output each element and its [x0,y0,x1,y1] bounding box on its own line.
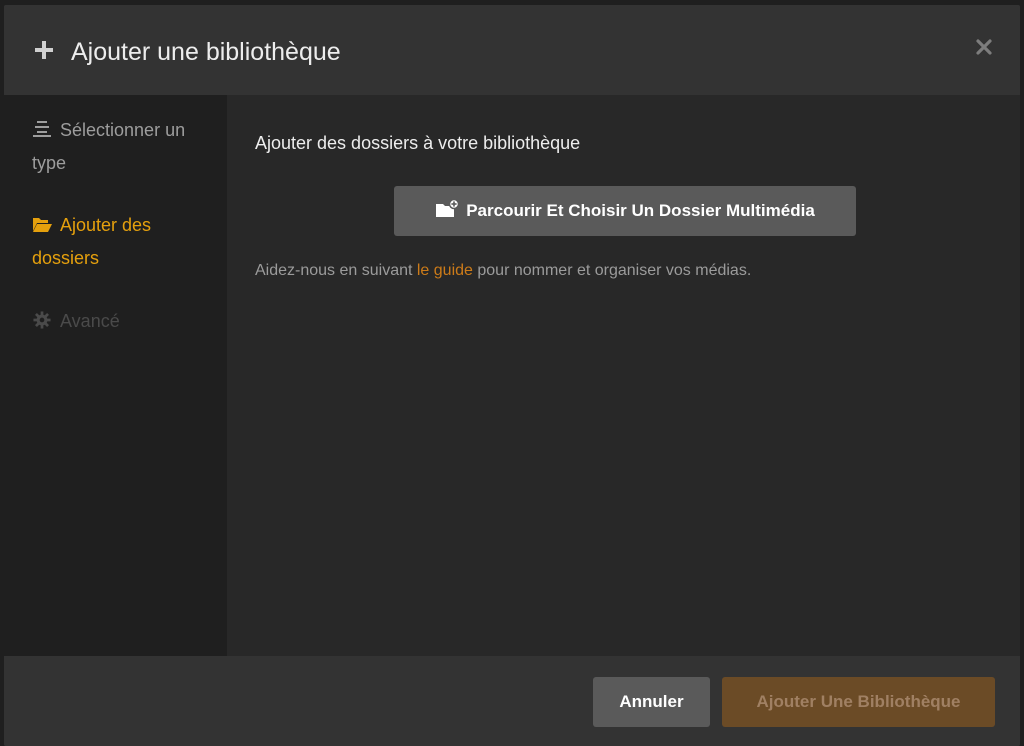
sidebar-item-label: Avancé [60,311,120,331]
browse-button-label: Parcourir Et Choisir Un Dossier Multiméd… [466,201,815,220]
main-content: Ajouter des dossiers à votre bibliothèqu… [227,95,1020,656]
dialog-title: Ajouter une bibliothèque [71,38,341,66]
sidebar-item-label: Ajouter des [60,215,152,235]
section-heading: Ajouter des dossiers à votre bibliothèqu… [255,133,581,153]
sidebar-item-select-type[interactable]: Sélectionner un type [32,114,212,180]
list-icon [33,121,51,137]
gear-icon [33,311,51,329]
help-text-after: pour nommer et organiser vos médias. [472,262,752,279]
folder-add-icon [436,199,460,217]
sidebar-item-label-line2: type [32,153,67,173]
help-text-before: Aidez-nous en suivant [255,262,417,279]
plus-icon [35,41,53,59]
guide-link[interactable]: le guide [417,262,473,279]
cancel-button[interactable]: Annuler [593,677,710,727]
sidebar-item-label-line2: dossiers [32,248,100,268]
steps-sidebar: Sélectionner un type Ajouter des dossier… [4,95,227,656]
folder-open-icon [33,218,52,232]
dialog-header: Ajouter une bibliothèque [4,5,1020,95]
sidebar-item-add-folders[interactable]: Ajouter des dossiers [32,209,212,275]
add-library-dialog: Ajouter une bibliothèque Sélectionner un… [4,5,1020,746]
close-icon[interactable] [972,35,996,59]
dialog-footer: Annuler Ajouter Une Bibliothèque [4,656,1020,746]
help-text: Aidez-nous en suivant le guide pour nomm… [255,260,751,282]
sidebar-item-advanced[interactable]: Avancé [32,305,212,338]
add-library-button[interactable]: Ajouter Une Bibliothèque [722,677,995,727]
sidebar-item-label: Sélectionner un [60,120,186,140]
browse-folder-button[interactable]: Parcourir Et Choisir Un Dossier Multiméd… [394,186,856,236]
